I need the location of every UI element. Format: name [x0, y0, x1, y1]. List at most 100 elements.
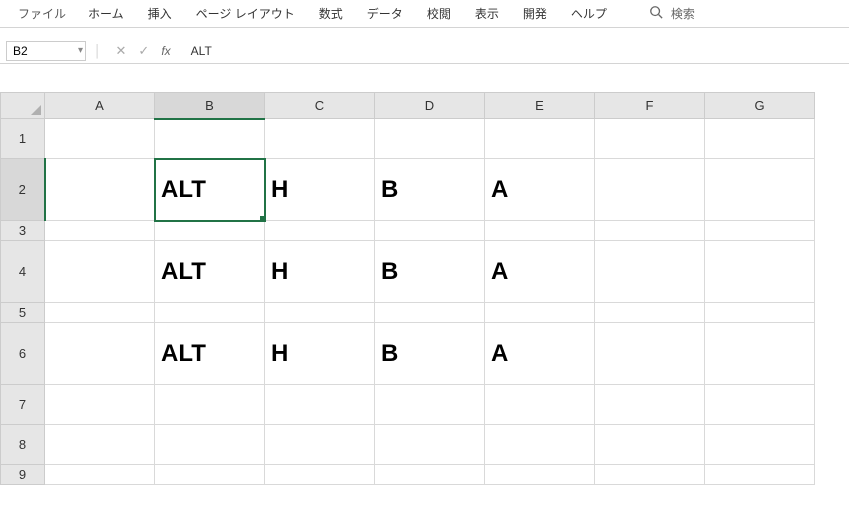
cell-E5[interactable]: [485, 303, 595, 323]
ribbon-tab-9[interactable]: ヘルプ: [559, 0, 619, 27]
cell-B7[interactable]: [155, 385, 265, 425]
row-head-5[interactable]: 5: [1, 303, 45, 323]
cell-G1[interactable]: [705, 119, 815, 159]
cell-C1[interactable]: [265, 119, 375, 159]
row-head-6[interactable]: 6: [1, 323, 45, 385]
cell-E9[interactable]: [485, 465, 595, 485]
row-head-7[interactable]: 7: [1, 385, 45, 425]
col-head-B[interactable]: B: [155, 93, 265, 119]
row-head-2[interactable]: 2: [1, 159, 45, 221]
cell-D6[interactable]: B: [375, 323, 485, 385]
cell-F5[interactable]: [595, 303, 705, 323]
cell-C4[interactable]: H: [265, 241, 375, 303]
cell-B4[interactable]: ALT: [155, 241, 265, 303]
col-head-E[interactable]: E: [485, 93, 595, 119]
fx-icon[interactable]: fx: [155, 44, 176, 58]
cell-C7[interactable]: [265, 385, 375, 425]
spreadsheet-grid: ABCDEFG12ALTHBA34ALTHBA56ALTHBA789: [0, 92, 849, 485]
cell-G9[interactable]: [705, 465, 815, 485]
cell-F9[interactable]: [595, 465, 705, 485]
cell-A2[interactable]: [45, 159, 155, 221]
ribbon-tabs: ファイルホーム挿入ページ レイアウト数式データ校閲表示開発ヘルプ 検索: [0, 0, 849, 28]
cell-D1[interactable]: [375, 119, 485, 159]
cell-B9[interactable]: [155, 465, 265, 485]
cell-B1[interactable]: [155, 119, 265, 159]
cell-D8[interactable]: [375, 425, 485, 465]
cell-A7[interactable]: [45, 385, 155, 425]
cell-A1[interactable]: [45, 119, 155, 159]
row-head-1[interactable]: 1: [1, 119, 45, 159]
cell-F8[interactable]: [595, 425, 705, 465]
cell-D9[interactable]: [375, 465, 485, 485]
ribbon-tab-6[interactable]: 校閲: [415, 0, 463, 27]
cell-E1[interactable]: [485, 119, 595, 159]
cell-A3[interactable]: [45, 221, 155, 241]
ribbon-tab-8[interactable]: 開発: [511, 0, 559, 27]
cell-C9[interactable]: [265, 465, 375, 485]
cell-G8[interactable]: [705, 425, 815, 465]
cell-B6[interactable]: ALT: [155, 323, 265, 385]
cell-A6[interactable]: [45, 323, 155, 385]
cell-G2[interactable]: [705, 159, 815, 221]
cell-C6[interactable]: H: [265, 323, 375, 385]
enter-icon[interactable]: ✓: [132, 43, 155, 59]
cell-D2[interactable]: B: [375, 159, 485, 221]
col-head-D[interactable]: D: [375, 93, 485, 119]
cell-B5[interactable]: [155, 303, 265, 323]
row-head-4[interactable]: 4: [1, 241, 45, 303]
cell-D4[interactable]: B: [375, 241, 485, 303]
ribbon-tab-0[interactable]: ファイル: [8, 0, 76, 27]
cell-C3[interactable]: [265, 221, 375, 241]
cell-C8[interactable]: [265, 425, 375, 465]
cell-E4[interactable]: A: [485, 241, 595, 303]
cell-E8[interactable]: [485, 425, 595, 465]
col-head-A[interactable]: A: [45, 93, 155, 119]
row-head-3[interactable]: 3: [1, 221, 45, 241]
cell-D7[interactable]: [375, 385, 485, 425]
row-head-9[interactable]: 9: [1, 465, 45, 485]
cell-A4[interactable]: [45, 241, 155, 303]
ribbon-tab-7[interactable]: 表示: [463, 0, 511, 27]
col-head-F[interactable]: F: [595, 93, 705, 119]
ribbon-tab-2[interactable]: 挿入: [136, 0, 184, 27]
cell-E6[interactable]: A: [485, 323, 595, 385]
cell-B2[interactable]: ALT: [155, 159, 265, 221]
cell-G6[interactable]: [705, 323, 815, 385]
cell-F7[interactable]: [595, 385, 705, 425]
cell-F4[interactable]: [595, 241, 705, 303]
select-all-corner[interactable]: [1, 93, 45, 119]
cell-F2[interactable]: [595, 159, 705, 221]
cell-D3[interactable]: [375, 221, 485, 241]
cell-G7[interactable]: [705, 385, 815, 425]
cell-C5[interactable]: [265, 303, 375, 323]
cell-G4[interactable]: [705, 241, 815, 303]
search-area[interactable]: 検索: [649, 5, 695, 22]
row-head-8[interactable]: 8: [1, 425, 45, 465]
chevron-down-icon[interactable]: ▾: [78, 45, 83, 56]
cell-E3[interactable]: [485, 221, 595, 241]
cell-D5[interactable]: [375, 303, 485, 323]
col-head-C[interactable]: C: [265, 93, 375, 119]
cell-F1[interactable]: [595, 119, 705, 159]
ribbon-tab-4[interactable]: 数式: [307, 0, 355, 27]
cell-C2[interactable]: H: [265, 159, 375, 221]
formula-input[interactable]: ALT: [177, 44, 849, 58]
cell-E7[interactable]: [485, 385, 595, 425]
ribbon-tab-3[interactable]: ページ レイアウト: [184, 0, 307, 27]
formula-bar: B2 ▾ │ ✕ ✓ fx ALT: [0, 38, 849, 64]
cell-F3[interactable]: [595, 221, 705, 241]
ribbon-tab-5[interactable]: データ: [355, 0, 415, 27]
cell-G3[interactable]: [705, 221, 815, 241]
cancel-icon[interactable]: ✕: [110, 43, 133, 59]
name-box[interactable]: B2 ▾: [6, 41, 86, 61]
cell-F6[interactable]: [595, 323, 705, 385]
cell-A9[interactable]: [45, 465, 155, 485]
cell-B8[interactable]: [155, 425, 265, 465]
cell-A8[interactable]: [45, 425, 155, 465]
col-head-G[interactable]: G: [705, 93, 815, 119]
cell-G5[interactable]: [705, 303, 815, 323]
ribbon-tab-1[interactable]: ホーム: [76, 0, 136, 27]
cell-B3[interactable]: [155, 221, 265, 241]
cell-A5[interactable]: [45, 303, 155, 323]
cell-E2[interactable]: A: [485, 159, 595, 221]
